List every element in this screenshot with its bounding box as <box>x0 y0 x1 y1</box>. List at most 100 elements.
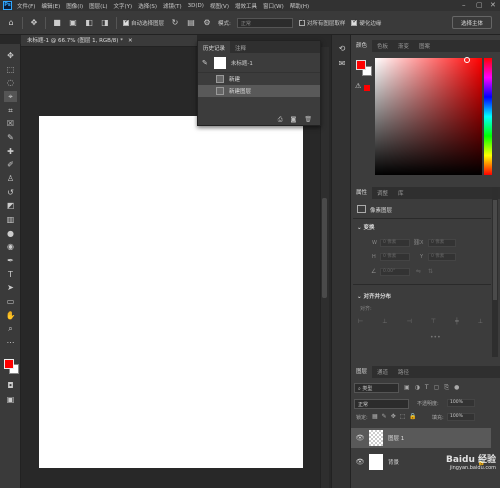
filter-smart-icon[interactable]: ⎘ <box>444 384 449 392</box>
tab-patterns[interactable]: 图案 <box>414 40 435 52</box>
tab-libraries[interactable]: 库 <box>393 187 409 199</box>
tab-channels[interactable]: 通道 <box>372 366 393 378</box>
notes-panel-icon[interactable]: ✉ <box>337 59 347 69</box>
sample-all-checkbox[interactable]: 对所有图层取样 <box>298 18 345 27</box>
fill-field[interactable]: 100% <box>447 413 475 421</box>
tab-adjustments[interactable]: 调整 <box>372 187 393 199</box>
angle-field[interactable]: 0.00° <box>380 268 410 276</box>
foreground-color-swatch[interactable] <box>4 359 14 369</box>
lock-pixels-icon[interactable]: ✎ <box>382 413 387 420</box>
history-snapshot[interactable]: ✎ 未标题-1 <box>198 53 320 73</box>
filter-shape-icon[interactable]: ▢ <box>434 384 440 392</box>
tab-paths[interactable]: 路径 <box>393 366 414 378</box>
align-center-h-icon[interactable]: ⊥ <box>382 318 387 325</box>
opacity-field[interactable]: 100% <box>447 399 475 407</box>
new-document-from-state-icon[interactable]: ⎙ <box>278 116 283 124</box>
tab-notes[interactable]: 注释 <box>230 41 251 53</box>
frame-tool-icon[interactable]: ☒ <box>4 118 17 129</box>
close-tab-icon[interactable]: ✕ <box>128 38 133 44</box>
menu-window[interactable]: 窗口(W) <box>263 2 284 10</box>
filter-type-icon[interactable]: T <box>425 384 429 392</box>
lock-transparent-icon[interactable]: ▦ <box>372 413 378 420</box>
history-brush-source-icon[interactable]: ✎ <box>202 59 208 67</box>
x-field[interactable]: 0 像素 <box>428 239 456 247</box>
lock-all-icon[interactable]: 🔒 <box>409 413 416 420</box>
menu-plugins[interactable]: 增效工具 <box>235 2 257 10</box>
gear-icon[interactable]: ⚙ <box>202 18 212 28</box>
close-icon[interactable]: ✕ <box>490 1 496 9</box>
align-bottom-icon[interactable]: ⊥ <box>478 318 483 325</box>
history-item[interactable]: 新建 <box>198 73 320 85</box>
menu-type[interactable]: 文字(Y) <box>114 2 133 10</box>
filter-toggle-icon[interactable]: ● <box>454 384 459 392</box>
tab-swatches[interactable]: 色板 <box>372 40 393 52</box>
align-left-icon[interactable]: ⊢ <box>358 318 363 325</box>
hue-slider[interactable] <box>484 58 492 175</box>
camera-icon[interactable]: ◙ <box>291 116 297 123</box>
align-top-icon[interactable]: ⊤ <box>431 318 436 325</box>
flip-vertical-icon[interactable]: ⇅ <box>428 268 433 275</box>
crop-tool-icon[interactable]: ⌗ <box>4 105 17 116</box>
menu-3d[interactable]: 3D(D) <box>188 3 204 9</box>
menu-select[interactable]: 选择(S) <box>138 2 157 10</box>
screen-mode-icon[interactable]: ▣ <box>4 394 17 405</box>
auto-select-checkbox[interactable]: 自动选择图层 <box>123 18 164 27</box>
quick-mask-icon[interactable]: ◘ <box>4 380 17 391</box>
lock-position-icon[interactable]: ✥ <box>391 413 396 420</box>
history-item[interactable]: 新建图层 <box>198 85 320 97</box>
menu-layer[interactable]: 图层(L) <box>89 2 107 10</box>
healing-brush-tool-icon[interactable]: ✚ <box>4 146 17 157</box>
add-selection-icon[interactable]: ▣ <box>68 18 78 28</box>
dodge-tool-icon[interactable]: ◉ <box>4 241 17 252</box>
document-canvas[interactable] <box>39 116 303 468</box>
menu-file[interactable]: 文件(F) <box>17 2 35 10</box>
maximize-icon[interactable]: ▢ <box>476 1 483 9</box>
filter-adjustment-icon[interactable]: ◑ <box>415 384 420 392</box>
intersect-selection-icon[interactable]: ◨ <box>100 18 110 28</box>
move-tool-preset-icon[interactable]: ✥ <box>29 18 39 28</box>
quick-select-tool-icon[interactable]: ⌖ <box>4 91 17 102</box>
clone-stamp-tool-icon[interactable]: ♙ <box>4 173 17 184</box>
transform-section-title[interactable]: ⌄ 变换 <box>357 223 375 231</box>
width-field[interactable]: 0 像素 <box>380 239 410 247</box>
menu-filter[interactable]: 滤镜(T) <box>163 2 182 10</box>
align-middle-v-icon[interactable]: ╪ <box>455 318 459 325</box>
color-picker-field[interactable] <box>375 58 482 175</box>
color-picker-cursor[interactable] <box>464 57 470 63</box>
menu-image[interactable]: 图像(I) <box>66 2 83 10</box>
filter-pixel-icon[interactable]: ▣ <box>404 384 410 392</box>
tab-history[interactable]: 历史记录 <box>198 41 231 53</box>
minimize-icon[interactable]: – <box>462 1 466 9</box>
pen-tool-icon[interactable]: ✒ <box>4 255 17 266</box>
zoom-tool-icon[interactable]: ⌕ <box>4 323 17 334</box>
blur-tool-icon[interactable]: ● <box>4 228 17 239</box>
lasso-tool-icon[interactable]: ◌ <box>4 77 17 88</box>
subtract-selection-icon[interactable]: ◧ <box>84 18 94 28</box>
eraser-tool-icon[interactable]: ◩ <box>4 200 17 211</box>
path-selection-tool-icon[interactable]: ➤ <box>4 282 17 293</box>
gamut-color-chip[interactable] <box>364 85 370 91</box>
properties-scrollbar-thumb[interactable] <box>493 200 497 300</box>
visibility-eye-icon[interactable]: 👁 <box>355 458 365 466</box>
trash-icon[interactable]: 🗑 <box>304 116 312 123</box>
y-field[interactable]: 0 像素 <box>428 253 456 261</box>
blend-mode-select[interactable]: 正常 <box>354 399 409 409</box>
menu-edit[interactable]: 编辑(E) <box>41 2 60 10</box>
move-tool-icon[interactable]: ✥ <box>4 50 17 61</box>
marquee-tool-icon[interactable]: ⬚ <box>4 64 17 75</box>
more-options-icon[interactable]: ••• <box>430 334 441 341</box>
type-tool-icon[interactable]: T <box>4 269 17 280</box>
flip-horizontal-icon[interactable]: ⇋ <box>416 268 421 275</box>
visibility-eye-icon[interactable]: 👁 <box>355 434 365 442</box>
history-panel-icon[interactable]: ⟲ <box>337 44 347 54</box>
foreground-color-chip[interactable] <box>356 60 366 70</box>
hand-tool-icon[interactable]: ✋ <box>4 310 17 321</box>
height-field[interactable]: 0 像素 <box>380 253 410 261</box>
new-selection-icon[interactable]: ■ <box>52 18 62 28</box>
mode-select[interactable]: 正常 <box>236 17 293 28</box>
select-settings-icon[interactable]: ▤ <box>186 18 196 28</box>
home-icon[interactable]: ⌂ <box>6 18 16 28</box>
lock-artboard-icon[interactable]: ⬚ <box>400 413 406 420</box>
refresh-icon[interactable]: ↻ <box>170 18 180 28</box>
tab-properties[interactable]: 属性 <box>351 187 373 199</box>
